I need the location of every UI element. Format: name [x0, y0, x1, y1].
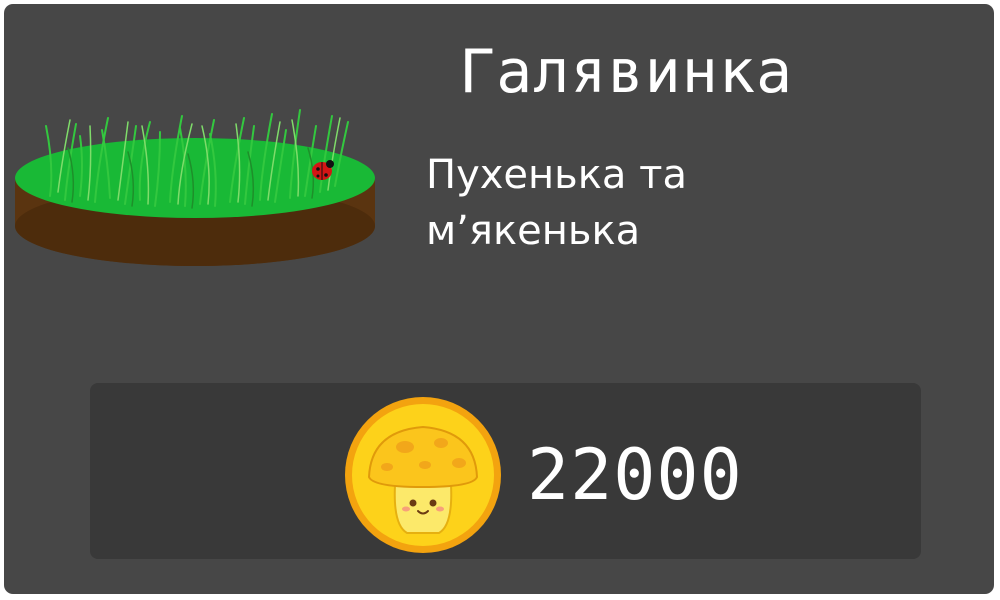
price-panel[interactable]: 22000 [90, 383, 921, 559]
item-description-line-2: м’якенька [426, 208, 641, 254]
item-description: Пухенька та м’якенька [426, 147, 946, 259]
price-amount: 22000 [527, 434, 743, 516]
mushroom-coin-icon [345, 397, 501, 553]
grass-patch-with-ladybug-icon [15, 109, 375, 266]
item-title: Галявинка [459, 37, 794, 107]
shop-item-card[interactable]: Галявинка Пухенька та м’якенька 22000 [4, 4, 994, 594]
item-description-line-1: Пухенька та [426, 152, 687, 198]
